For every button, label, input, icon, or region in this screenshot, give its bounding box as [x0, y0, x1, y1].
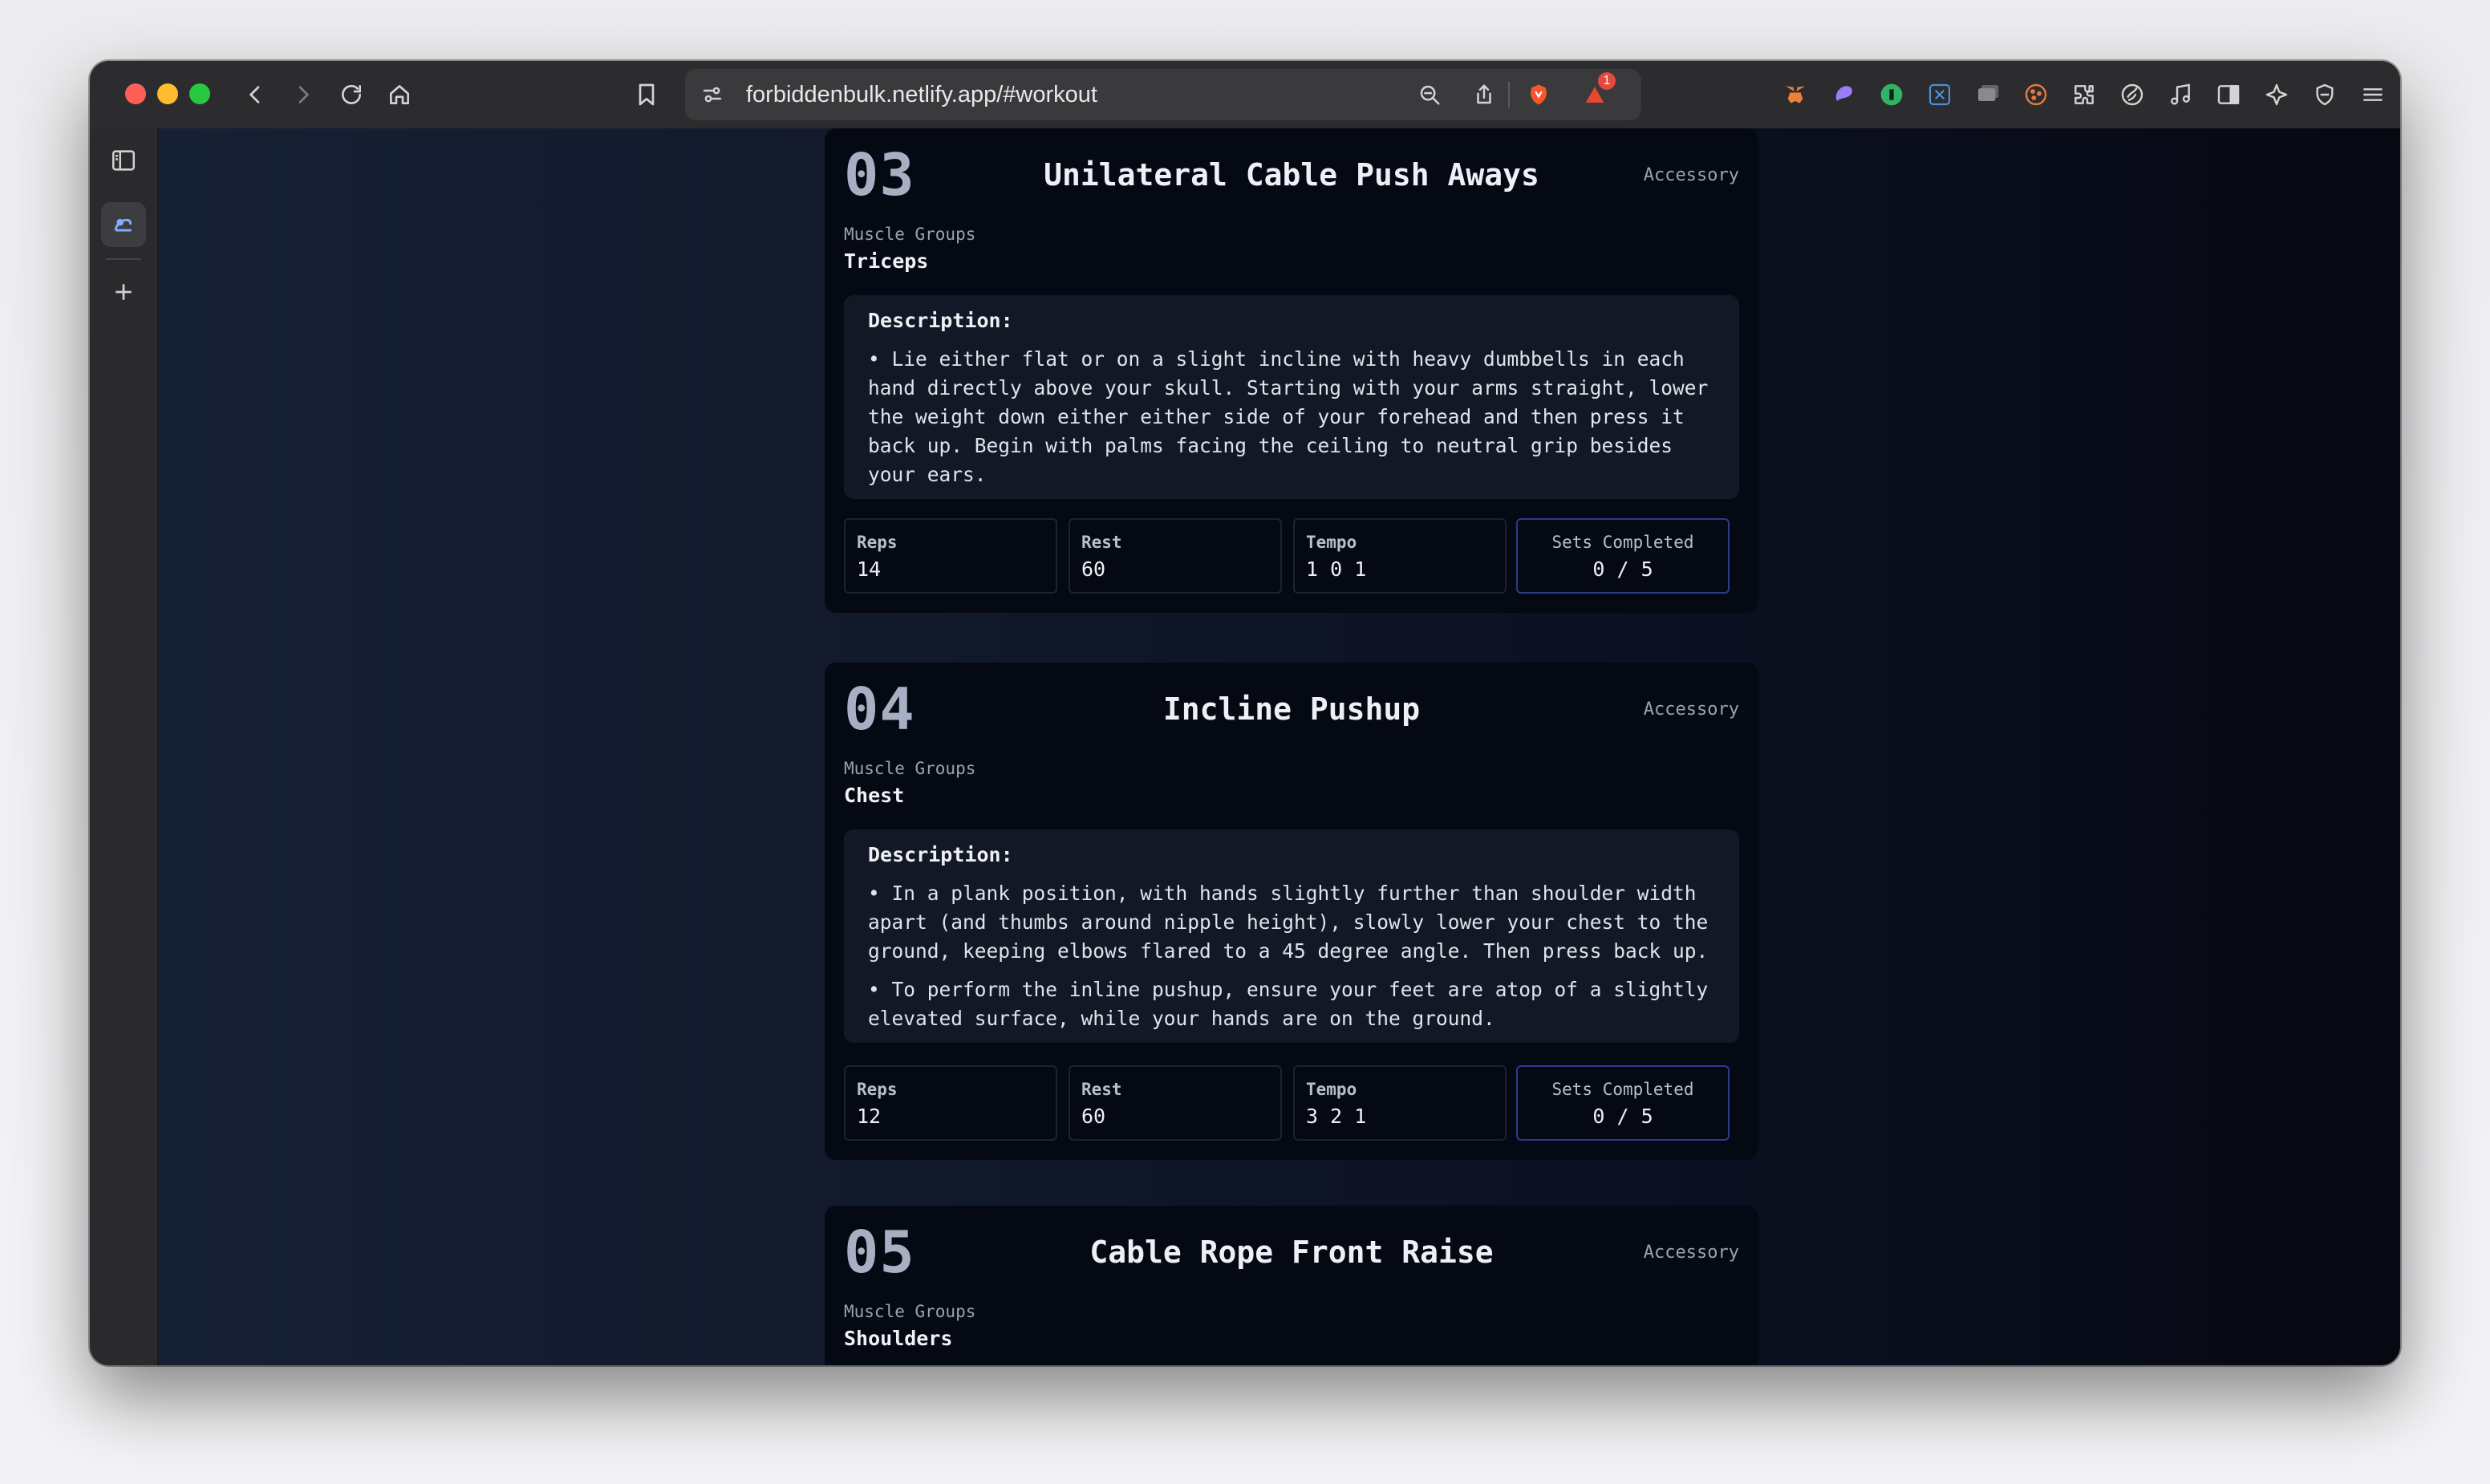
- green-extension-icon[interactable]: [1874, 77, 1909, 112]
- exercise-category: Accessory: [1643, 699, 1739, 720]
- muscle-groups-label: Muscle Groups: [844, 759, 976, 778]
- url-divider: [1508, 82, 1510, 107]
- sets-completed-value: 0 / 5: [1592, 1105, 1653, 1128]
- puzzle-tile-extension-icon[interactable]: [1922, 77, 1957, 112]
- exercise-title: Incline Pushup: [1162, 691, 1421, 727]
- exercise-title: Unilateral Cable Push Aways: [1044, 157, 1539, 193]
- reps-stat: Reps 12: [844, 1065, 1057, 1141]
- reps-label: Reps: [857, 533, 898, 552]
- sidebar-site-favicon-icon[interactable]: [101, 202, 146, 247]
- site-settings-icon[interactable]: [695, 77, 730, 112]
- muscle-groups-label: Muscle Groups: [844, 1302, 976, 1321]
- rewards-badge: 1: [1598, 72, 1616, 90]
- page-viewport: 03 Unilateral Cable Push Aways Accessory…: [159, 128, 2400, 1365]
- tempo-value: 3 2 1: [1306, 1105, 1367, 1128]
- sidebar-panel-icon[interactable]: [101, 138, 146, 183]
- rest-stat: Rest 60: [1069, 1065, 1282, 1141]
- tempo-value: 1 0 1: [1306, 558, 1367, 581]
- browser-window: forbiddenbulk.netlify.app/#workout 1 03 …: [90, 61, 2400, 1365]
- description-bullet: • Lie either flat or on a slight incline…: [868, 347, 1709, 486]
- muscle-groups-value: Chest: [844, 784, 905, 807]
- exercise-category: Accessory: [1643, 165, 1739, 185]
- reload-icon[interactable]: [334, 77, 369, 112]
- reps-label: Reps: [857, 1080, 898, 1099]
- zoom-out-icon[interactable]: [1412, 77, 1447, 112]
- rest-value: 60: [1081, 558, 1106, 581]
- leo-ai-icon[interactable]: [2115, 77, 2150, 112]
- rest-label: Rest: [1081, 1080, 1122, 1099]
- brave-rewards-icon[interactable]: 1: [1577, 72, 1616, 112]
- back-icon[interactable]: [237, 77, 273, 112]
- share-icon[interactable]: [1466, 77, 1502, 112]
- bookmark-icon[interactable]: [629, 77, 664, 112]
- exercise-card: 04 Incline Pushup Accessory Muscle Group…: [825, 663, 1758, 1160]
- browser-sidebar: [90, 128, 159, 1365]
- description-bullet: • In a plank position, with hands slight…: [868, 882, 1709, 963]
- home-icon[interactable]: [382, 77, 417, 112]
- browser-toolbar: forbiddenbulk.netlify.app/#workout 1: [90, 61, 2400, 130]
- description-box: Description: • Lie either flat or on a s…: [844, 295, 1739, 499]
- reps-value: 14: [857, 558, 882, 581]
- add-sidebar-item-icon[interactable]: [101, 270, 146, 314]
- rest-stat: Rest 60: [1069, 518, 1282, 594]
- forward-icon[interactable]: [286, 77, 321, 112]
- vpn-shield-icon[interactable]: [2307, 77, 2342, 112]
- description-bullet: • To perform the inline pushup, ensure y…: [868, 978, 1709, 1030]
- tempo-label: Tempo: [1306, 533, 1357, 552]
- music-note-icon[interactable]: [2163, 77, 2198, 112]
- cookie-extension-icon[interactable]: [2018, 77, 2054, 112]
- tempo-label: Tempo: [1306, 1080, 1357, 1099]
- reps-stat: Reps 14: [844, 518, 1057, 594]
- muscle-groups-value: Triceps: [844, 249, 929, 273]
- palette-extension-icon[interactable]: [1826, 77, 1861, 112]
- sets-completed-button[interactable]: Sets Completed 0 / 5: [1516, 1065, 1730, 1141]
- minimize-window-button[interactable]: [157, 83, 178, 104]
- muscle-groups-value: Shoulders: [844, 1327, 953, 1350]
- sets-completed-label: Sets Completed: [1551, 533, 1694, 552]
- sidebar-divider: [106, 258, 141, 260]
- sets-completed-label: Sets Completed: [1551, 1080, 1694, 1099]
- sets-completed-button[interactable]: Sets Completed 0 / 5: [1516, 518, 1730, 594]
- tempo-stat: Tempo 3 2 1: [1293, 1065, 1507, 1141]
- reps-value: 12: [857, 1105, 882, 1128]
- metamask-extension-icon[interactable]: [1778, 77, 1813, 112]
- exercise-category: Accessory: [1643, 1243, 1739, 1263]
- exercise-card: 05 Cable Rope Front Raise Accessory Musc…: [825, 1206, 1758, 1365]
- muscle-groups-label: Muscle Groups: [844, 225, 976, 244]
- close-window-button[interactable]: [125, 83, 146, 104]
- brave-shields-icon[interactable]: [1521, 77, 1556, 112]
- sidebar-toggle-icon[interactable]: [2211, 77, 2246, 112]
- exercise-title: Cable Rope Front Raise: [1089, 1235, 1494, 1270]
- description-heading: Description:: [868, 843, 1013, 866]
- exercise-card: 03 Unilateral Cable Push Aways Accessory…: [825, 128, 1758, 613]
- extensions-puzzle-icon[interactable]: [2066, 77, 2102, 112]
- url-text[interactable]: forbiddenbulk.netlify.app/#workout: [746, 69, 1097, 120]
- sets-completed-value: 0 / 5: [1592, 558, 1653, 581]
- description-heading: Description:: [868, 309, 1013, 332]
- tempo-stat: Tempo 1 0 1: [1293, 518, 1507, 594]
- menu-icon[interactable]: [2355, 77, 2391, 112]
- description-box: Description: • In a plank position, with…: [844, 829, 1739, 1043]
- zoom-window-button[interactable]: [189, 83, 210, 104]
- rest-value: 60: [1081, 1105, 1106, 1128]
- sparkle-ai-icon[interactable]: [2259, 77, 2294, 112]
- rest-label: Rest: [1081, 533, 1122, 552]
- window-extension-icon[interactable]: [1970, 77, 2005, 112]
- address-bar[interactable]: forbiddenbulk.netlify.app/#workout 1: [685, 69, 1641, 120]
